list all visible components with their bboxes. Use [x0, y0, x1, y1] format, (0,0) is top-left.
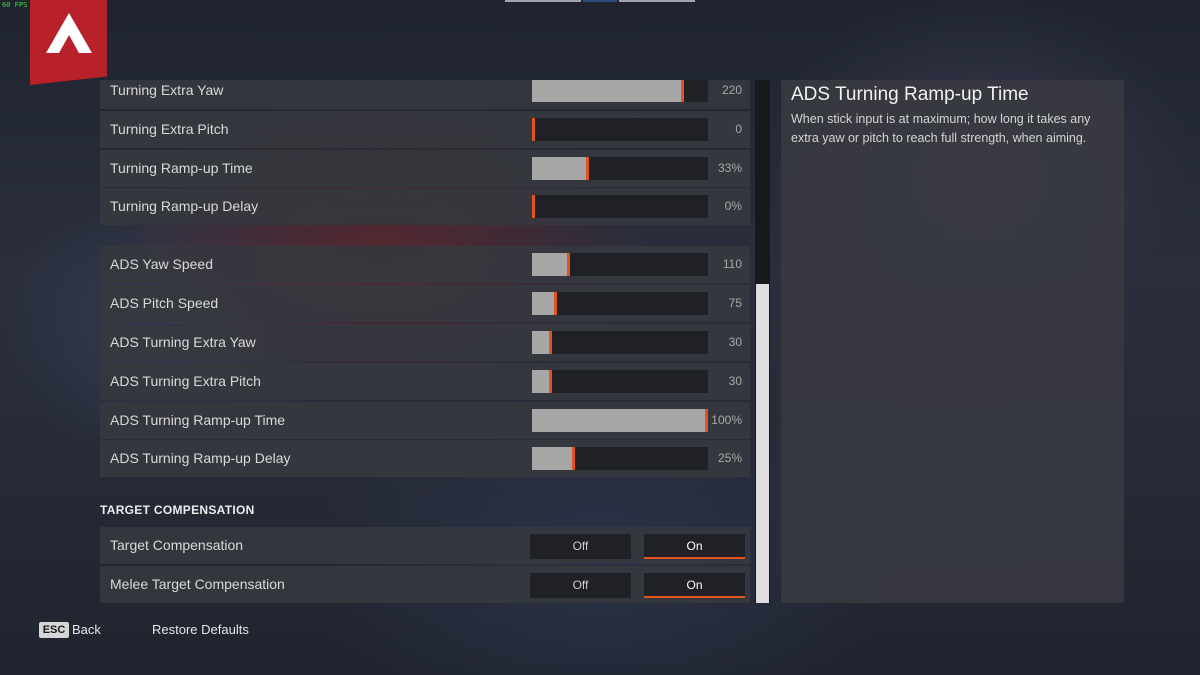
setting-label: ADS Yaw Speed [110, 256, 213, 272]
slider-track[interactable] [532, 409, 708, 432]
slider-row-ads-turning-extra-yaw[interactable]: ADS Turning Extra Yaw 30 [100, 324, 750, 361]
slider-row-turning-ramp-up-time[interactable]: Turning Ramp-up Time 33% [100, 150, 750, 187]
slider-handle[interactable] [549, 370, 552, 393]
setting-value: 110 [722, 257, 742, 271]
slider-track[interactable] [532, 157, 708, 180]
slider-row-ads-turning-ramp-up-delay[interactable]: ADS Turning Ramp-up Delay 25% [100, 440, 750, 477]
description-title: ADS Turning Ramp-up Time [791, 84, 1029, 105]
setting-label: Turning Extra Yaw [110, 82, 224, 98]
off-button[interactable]: Off [530, 534, 631, 559]
off-button[interactable]: Off [530, 573, 631, 598]
setting-label: Turning Ramp-up Time [110, 160, 253, 176]
setting-label: Turning Ramp-up Delay [110, 198, 259, 214]
setting-value: 0% [724, 199, 742, 213]
slider-fill [532, 409, 705, 432]
slider-row-turning-extra-yaw[interactable]: Turning Extra Yaw 220 [100, 80, 750, 109]
slider-track[interactable] [532, 292, 708, 315]
esc-key-icon[interactable]: ESC [39, 622, 69, 638]
restore-defaults-button[interactable]: Restore Defaults [152, 622, 249, 638]
apex-logo-icon [46, 13, 92, 53]
setting-label: ADS Turning Extra Yaw [110, 334, 256, 350]
toggle-row-target-compensation: Target Compensation Off On [100, 527, 750, 564]
setting-label: ADS Turning Ramp-up Time [110, 412, 286, 428]
tab-indicator[interactable] [505, 0, 581, 2]
setting-value: 30 [728, 335, 742, 349]
slider-handle[interactable] [532, 195, 535, 218]
description-text: When stick input is at maximum; how long… [791, 112, 1091, 145]
slider-row-ads-turning-extra-pitch[interactable]: ADS Turning Extra Pitch 30 [100, 363, 750, 400]
setting-label: ADS Turning Extra Pitch [110, 373, 261, 389]
slider-fill [532, 370, 549, 393]
toggle-row-melee-target-compensation: Melee Target Compensation Off On [100, 566, 750, 603]
slider-handle[interactable] [586, 157, 589, 180]
slider-track[interactable] [532, 331, 708, 354]
slider-track[interactable] [532, 253, 708, 276]
slider-row-ads-turning-ramp-up-time[interactable]: ADS Turning Ramp-up Time 100% [100, 402, 750, 439]
setting-label: ADS Turning Ramp-up Delay [110, 450, 291, 466]
setting-label: Melee Target Compensation [110, 576, 285, 592]
on-button[interactable]: On [644, 534, 745, 559]
setting-label: Target Compensation [110, 537, 244, 553]
fps-counter: 60 FPS [2, 1, 28, 9]
scrollbar-thumb[interactable] [756, 284, 769, 603]
on-button[interactable]: On [644, 573, 745, 598]
description-panel: ADS Turning Ramp-up Time When stick inpu… [781, 80, 1124, 603]
setting-value: 220 [721, 83, 742, 97]
slider-track[interactable] [532, 447, 708, 470]
slider-handle[interactable] [549, 331, 552, 354]
setting-value: 0 [735, 122, 742, 136]
setting-value: 33% [717, 161, 742, 175]
setting-label: Turning Extra Pitch [110, 121, 229, 137]
slider-handle[interactable] [554, 292, 557, 315]
slider-row-turning-ramp-up-delay[interactable]: Turning Ramp-up Delay 0% [100, 188, 750, 225]
setting-value: 30 [728, 374, 742, 388]
setting-value: 75 [728, 296, 742, 310]
slider-fill [532, 157, 586, 180]
slider-handle[interactable] [567, 253, 570, 276]
scrollbar[interactable] [755, 80, 770, 603]
setting-label: ADS Pitch Speed [110, 295, 219, 311]
back-button[interactable]: Back [72, 622, 101, 638]
slider-track[interactable] [532, 118, 708, 141]
slider-row-ads-yaw-speed[interactable]: ADS Yaw Speed 110 [100, 246, 750, 283]
apex-logo [30, 0, 107, 85]
slider-fill [532, 331, 549, 354]
settings-list: Turning Extra Yaw 220 Turning Extra Pitc… [100, 80, 750, 603]
slider-handle[interactable] [705, 409, 708, 432]
slider-fill [532, 292, 554, 315]
slider-handle[interactable] [681, 80, 684, 102]
slider-track[interactable] [532, 195, 708, 218]
section-title-target-compensation: TARGET COMPENSATION [100, 503, 255, 517]
slider-track[interactable] [532, 80, 708, 102]
tab-indicator-active[interactable] [583, 0, 617, 2]
slider-fill [532, 447, 572, 470]
slider-handle[interactable] [532, 118, 535, 141]
tab-indicator[interactable] [619, 0, 695, 2]
slider-row-turning-extra-pitch[interactable]: Turning Extra Pitch 0 [100, 111, 750, 148]
setting-value: 100% [711, 413, 742, 427]
setting-value: 25% [717, 451, 742, 465]
slider-track[interactable] [532, 370, 708, 393]
slider-fill [532, 253, 567, 276]
slider-fill [532, 80, 681, 102]
slider-row-ads-pitch-speed[interactable]: ADS Pitch Speed 75 [100, 285, 750, 322]
slider-handle[interactable] [572, 447, 575, 470]
